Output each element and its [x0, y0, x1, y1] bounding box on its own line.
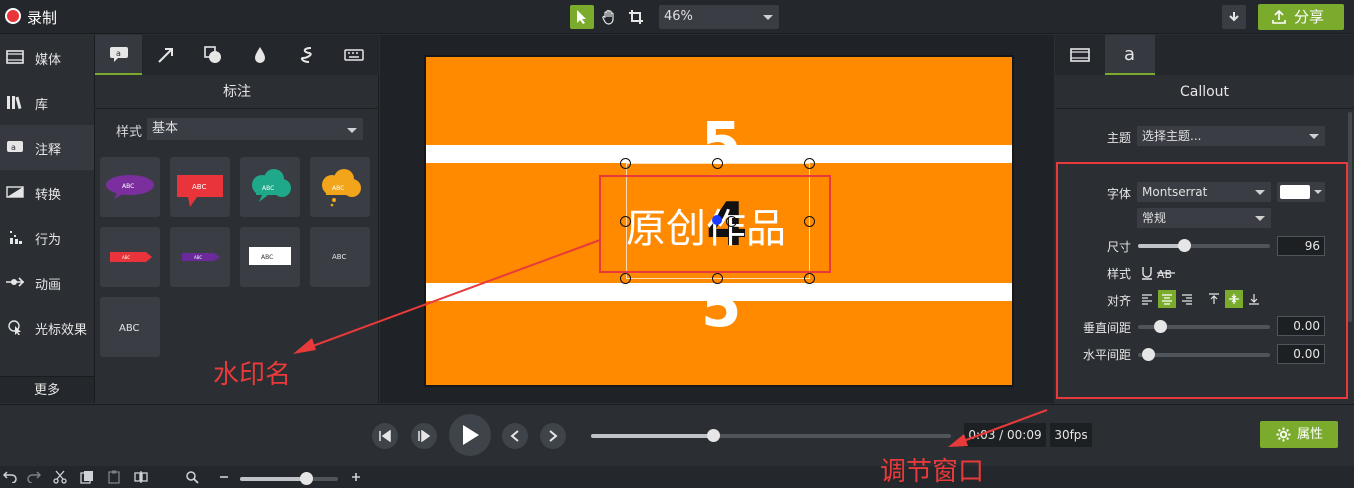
- arrow-head: [948, 434, 968, 447]
- arrow-head: [293, 338, 316, 354]
- watermark-arrow: [301, 239, 601, 351]
- annotation-arrows: [293, 239, 1048, 447]
- adjust-window-arrow: [957, 409, 1048, 444]
- watermark-label: 水印名: [213, 360, 292, 390]
- adjust-window-label: 调节窗口: [880, 457, 985, 487]
